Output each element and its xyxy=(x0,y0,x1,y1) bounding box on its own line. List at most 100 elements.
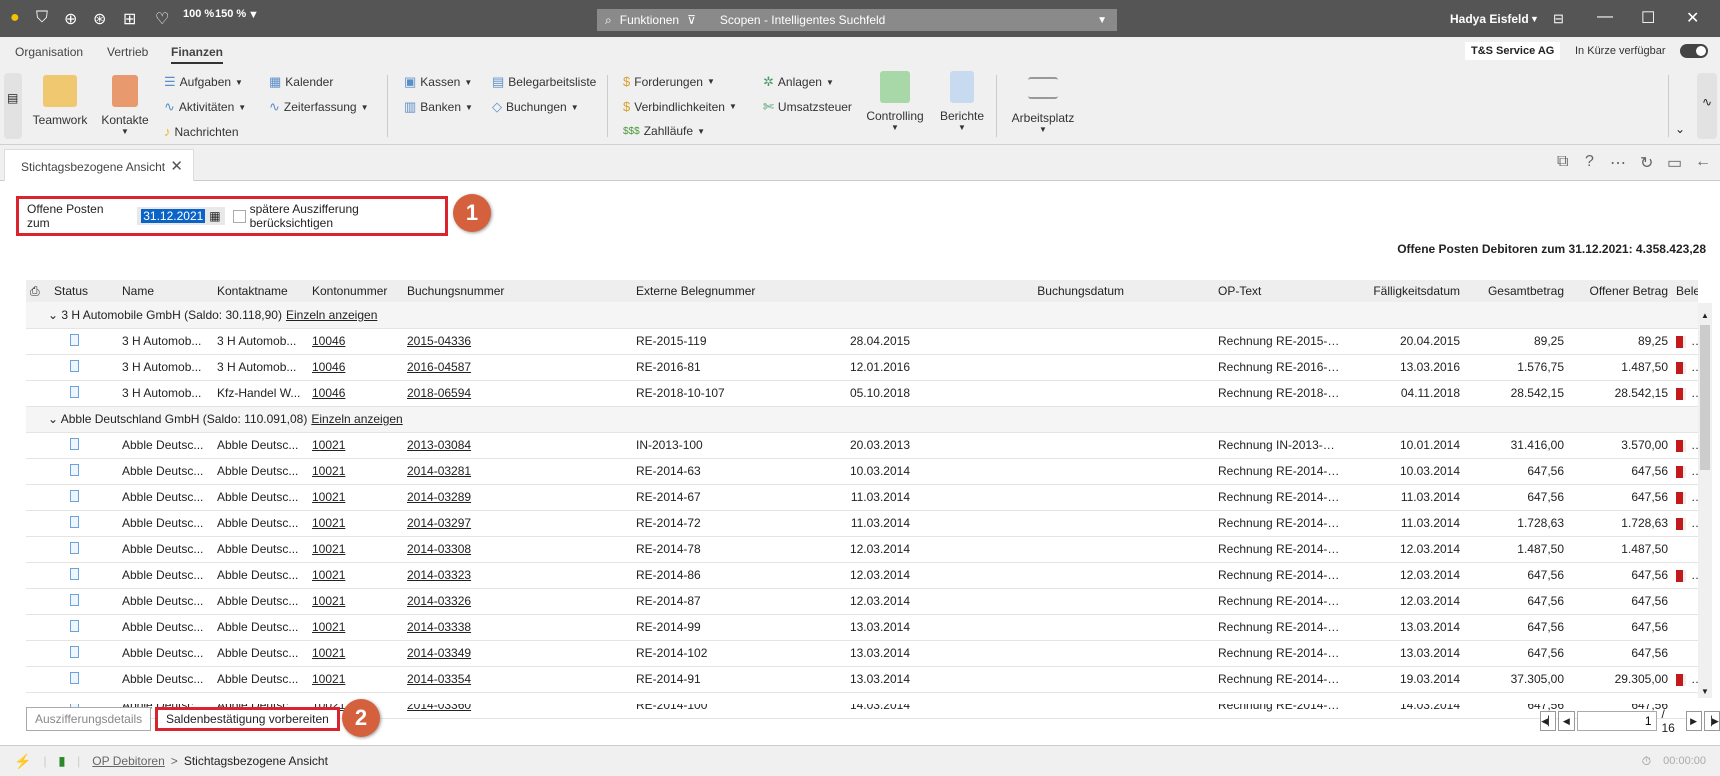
saldenbestaetigung-button[interactable]: Saldenbestätigung vorbereiten xyxy=(155,707,340,731)
column-header[interactable]: Kontaktname xyxy=(213,280,308,302)
lifebuoy-icon[interactable]: ⊛ xyxy=(93,9,106,29)
date-input[interactable]: 31.12.2021 ▦ xyxy=(137,207,225,225)
account-number[interactable]: 10021 xyxy=(308,510,403,537)
teamwork-button[interactable]: Teamwork xyxy=(32,75,88,127)
account-number[interactable]: 10021 xyxy=(308,458,403,485)
account-number[interactable]: 10021 xyxy=(308,588,403,615)
account-number[interactable]: 10021 xyxy=(308,614,403,641)
more-icon[interactable]: ⋯ xyxy=(1610,153,1626,173)
column-header[interactable]: OP-Text xyxy=(1214,280,1345,302)
aufgaben-button[interactable]: ☰ Aufgaben ▼ xyxy=(164,74,243,90)
later-clearing-checkbox[interactable] xyxy=(232,209,246,223)
verbindlichkeiten-button[interactable]: $ Verbindlichkeiten ▼ xyxy=(623,99,737,114)
kontakte-button[interactable]: Kontakte ▼ xyxy=(98,75,152,136)
column-header[interactable]: Buchungsdatum xyxy=(822,280,1215,302)
booking-number[interactable]: 2014-03360 xyxy=(403,692,632,719)
maximize-button[interactable]: ☐ xyxy=(1641,8,1655,28)
anlagen-button[interactable]: ✲ Anlagen ▼ xyxy=(763,74,834,90)
tab-finanzen[interactable]: Finanzen xyxy=(171,45,224,64)
filter-icon[interactable]: ⊽ xyxy=(687,13,696,27)
user-dropdown-icon[interactable]: ▼ xyxy=(1530,14,1539,24)
booking-number[interactable]: 2014-03326 xyxy=(403,588,632,615)
booking-number[interactable]: 2014-03281 xyxy=(403,458,632,485)
sidebar-toggle-icon[interactable]: ▤ xyxy=(4,73,22,139)
print-icon[interactable]: ⎙ xyxy=(26,280,50,302)
zeiterfassung-button[interactable]: ∿ Zeiterfassung ▼ xyxy=(269,99,369,115)
customize-icon[interactable]: ▼ xyxy=(248,9,259,21)
account-number[interactable]: 10021 xyxy=(308,562,403,589)
zahllaeufe-button[interactable]: $$$ Zahlläufe ▼ xyxy=(623,124,705,138)
booking-number[interactable]: 2013-03084 xyxy=(403,432,632,459)
breadcrumb-op-debitoren[interactable]: OP Debitoren xyxy=(92,754,165,768)
banken-button[interactable]: ▥ Banken ▼ xyxy=(404,99,473,115)
kassen-button[interactable]: ▣ Kassen ▼ xyxy=(404,74,472,90)
column-header[interactable]: Buchungsnummer xyxy=(403,280,632,302)
table-row[interactable]: Abble Deutsc... Abble Deutsc... 10021 2014-… xyxy=(26,536,1699,563)
next-page-button[interactable]: ▶ xyxy=(1685,711,1702,731)
kalender-button[interactable]: ▦ Kalender xyxy=(269,74,333,90)
berichte-button[interactable]: Berichte ▼ xyxy=(934,71,990,132)
booking-number[interactable]: 2018-06594 xyxy=(403,380,632,407)
search-field[interactable]: ⌕ Funktionen ⊽ Scopen - Intelligentes Su… xyxy=(597,9,1117,31)
booking-number[interactable]: 2014-03338 xyxy=(403,614,632,641)
account-number[interactable]: 10046 xyxy=(308,354,403,381)
tab-organisation[interactable]: Organisation xyxy=(15,45,83,59)
help-icon[interactable]: ? xyxy=(1585,153,1594,171)
chevron-down-icon[interactable]: ⌄ xyxy=(48,412,61,426)
signal-icon[interactable]: ▮ xyxy=(59,754,66,768)
booking-number[interactable]: 2014-03354 xyxy=(403,666,632,693)
table-row[interactable]: 3 H Automob... 3 H Automob... 10046 2016-04… xyxy=(26,354,1699,381)
table-row[interactable]: Abble Deutsc... Abble Deutsc... 10021 2014-… xyxy=(26,510,1699,537)
booking-number[interactable]: 2014-03308 xyxy=(403,536,632,563)
availability-toggle[interactable] xyxy=(1680,44,1708,58)
tab-vertrieb[interactable]: Vertrieb xyxy=(107,45,148,59)
lightbulb-icon[interactable]: ♡ xyxy=(155,9,169,29)
table-row[interactable]: Abble Deutsc... Abble Deutsc... 10021 2014-… xyxy=(26,484,1699,511)
prev-page-button[interactable]: ◀ xyxy=(1558,711,1575,731)
lightning-icon[interactable]: ⚡ xyxy=(14,753,31,770)
umsatzsteuer-button[interactable]: ✄ Umsatzsteuer xyxy=(763,99,852,115)
scrollbar-thumb[interactable] xyxy=(1700,325,1710,470)
column-header[interactable]: Offener Betrag xyxy=(1568,280,1673,302)
account-number[interactable]: 10021 xyxy=(308,536,403,563)
auszifferungsdetails-button[interactable]: Auszifferungsdetails xyxy=(26,707,152,731)
copy-icon[interactable]: ⧉ xyxy=(1557,153,1568,171)
table-row[interactable]: Abble Deutsc... Abble Deutsc... 10021 2014-… xyxy=(26,666,1699,693)
account-number[interactable]: 10021 xyxy=(308,640,403,667)
table-row[interactable]: 3 H Automob... Kfz-Handel W... 10046 2018-0… xyxy=(26,380,1699,407)
page-input[interactable] xyxy=(1576,711,1657,731)
forderungen-button[interactable]: $ Forderungen ▼ xyxy=(623,74,715,89)
show-individual-link[interactable]: Einzeln anzeigen xyxy=(286,308,377,322)
table-row[interactable]: 3 H Automob... 3 H Automob... 10046 2015-04… xyxy=(26,328,1699,355)
save-icon[interactable]: ▭ xyxy=(1667,153,1682,173)
belegarbeitsliste-button[interactable]: ▤ Belegarbeitsliste xyxy=(492,74,596,90)
table-row[interactable]: Abble Deutsc... Abble Deutsc... 10021 2013-… xyxy=(26,432,1699,459)
back-icon[interactable]: ← xyxy=(1695,153,1711,171)
column-header[interactable]: Status xyxy=(50,280,118,302)
bag-icon[interactable]: ⛉ xyxy=(36,9,48,27)
scroll-up-icon[interactable]: ▲ xyxy=(1698,311,1712,320)
first-page-button[interactable]: ◀▏ xyxy=(1540,711,1557,731)
account-number[interactable]: 10046 xyxy=(308,380,403,407)
table-row[interactable]: Abble Deutsc... Abble Deutsc... 10021 2014-… xyxy=(26,458,1699,485)
group-row[interactable]: ⌄ 3 H Automobile GmbH (Saldo: 30.118,90)… xyxy=(26,302,1699,329)
column-header[interactable]: Externe Belegnummer xyxy=(632,280,822,302)
group-row[interactable]: ⌄ Abble Deutschland GmbH (Saldo: 110.091… xyxy=(26,406,1699,433)
activity-pane-icon[interactable]: ∿ xyxy=(1697,73,1717,139)
minimize-button[interactable]: — xyxy=(1597,8,1613,26)
account-number[interactable]: 10021 xyxy=(308,484,403,511)
zoom-150-button[interactable]: 150 % xyxy=(215,8,246,20)
scroll-down-icon[interactable]: ▼ xyxy=(1698,687,1712,696)
chevron-down-icon[interactable]: ⌄ xyxy=(48,308,61,322)
collapse-ribbon-icon[interactable]: ⌄ xyxy=(1675,122,1685,136)
last-page-button[interactable]: ▕▶ xyxy=(1703,711,1720,731)
column-header[interactable]: Name xyxy=(118,280,213,302)
nachrichten-button[interactable]: ♪ Nachrichten xyxy=(164,124,239,139)
booking-number[interactable]: 2016-04587 xyxy=(403,354,632,381)
zoom-100-button[interactable]: 100 % xyxy=(183,8,214,20)
account-number[interactable]: 10046 xyxy=(308,328,403,355)
calendar-add-icon[interactable]: ⊞ xyxy=(123,9,136,29)
column-header[interactable]: Gesamtbetrag xyxy=(1464,280,1569,302)
buchungen-button[interactable]: ◇ Buchungen ▼ xyxy=(492,99,579,115)
booking-number[interactable]: 2014-03289 xyxy=(403,484,632,511)
